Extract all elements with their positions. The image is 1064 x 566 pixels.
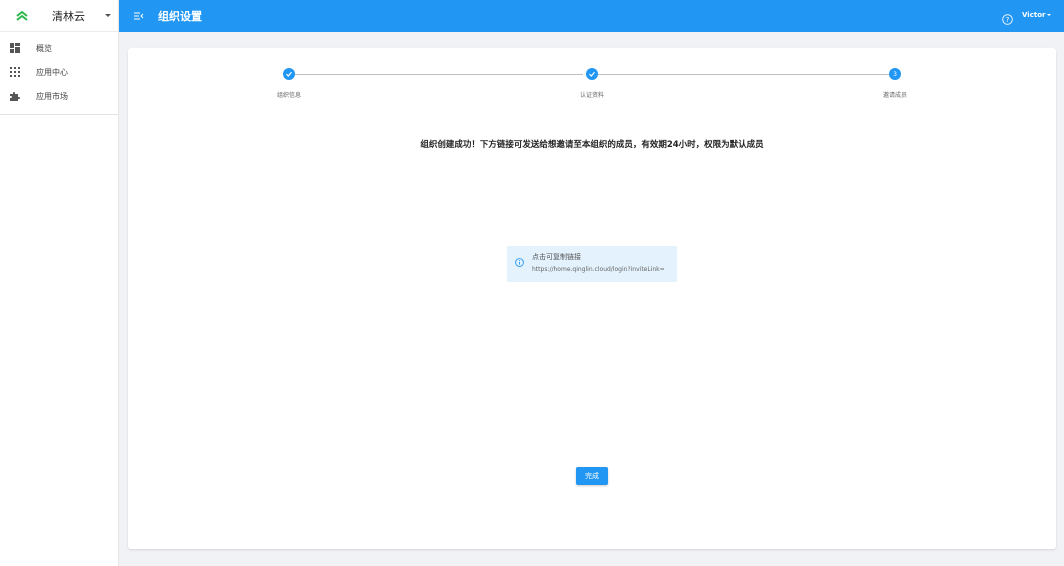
menu-collapse-icon[interactable] [133, 10, 145, 22]
apps-grid-icon [9, 66, 21, 78]
org-switcher[interactable]: 清林云 [0, 0, 118, 32]
page-title: 组织设置 [158, 10, 202, 23]
user-name: Victor [1022, 11, 1046, 19]
caret-down-icon [1047, 14, 1052, 16]
step-label: 认证资料 [579, 92, 605, 99]
sidebar-item-app-center[interactable]: 应用中心 [0, 60, 118, 84]
sidebar-item-overview[interactable]: 概览 [0, 36, 118, 60]
invite-link-alert[interactable]: 点击可复制链接 https://home.qinglin.cloud/login… [507, 246, 677, 282]
step-connector [295, 74, 583, 75]
caret-down-icon [105, 14, 111, 17]
sidebar-item-label: 概览 [36, 43, 52, 53]
stepper: 3 组织信息 认证资料 邀请成员 [128, 48, 1056, 108]
dashboard-icon [9, 42, 21, 54]
sidebar-item-app-market[interactable]: 应用市场 [0, 84, 118, 108]
puzzle-icon [9, 90, 21, 102]
step-label: 组织信息 [276, 92, 302, 99]
user-menu[interactable]: Victor [1022, 11, 1052, 19]
invite-link-text[interactable]: https://home.qinglin.cloud/login?inviteL… [532, 266, 665, 273]
sidebar-item-label: 应用市场 [36, 91, 68, 101]
help-icon[interactable]: ? [1002, 10, 1013, 25]
sidebar-nav: 概览 应用中心 应用市场 [0, 32, 118, 115]
done-button[interactable]: 完成 [576, 467, 608, 485]
step-1-check-icon [283, 68, 295, 80]
org-name: 清林云 [52, 9, 85, 23]
step-3-number: 3 [889, 68, 901, 80]
sidebar-item-label: 应用中心 [36, 67, 68, 77]
info-icon [515, 252, 524, 267]
step-label: 邀请成员 [882, 92, 908, 99]
top-bar: 组织设置 ? Victor [119, 0, 1064, 32]
qinglin-logo-icon [14, 8, 30, 24]
success-message: 组织创建成功！下方链接可发送给想邀请至本组织的成员，有效期24小时，权限为默认成… [420, 140, 764, 150]
sidebar: 清林云 概览 应用中心 应用市场 [0, 0, 119, 566]
svg-text:?: ? [1006, 16, 1010, 24]
copy-link-hint: 点击可复制链接 [532, 253, 581, 261]
step-2-check-icon [586, 68, 598, 80]
step-connector [598, 74, 889, 75]
main-card: 3 组织信息 认证资料 邀请成员 组织创建成功！下方链接可发送给想邀请至本组织的… [128, 48, 1056, 549]
